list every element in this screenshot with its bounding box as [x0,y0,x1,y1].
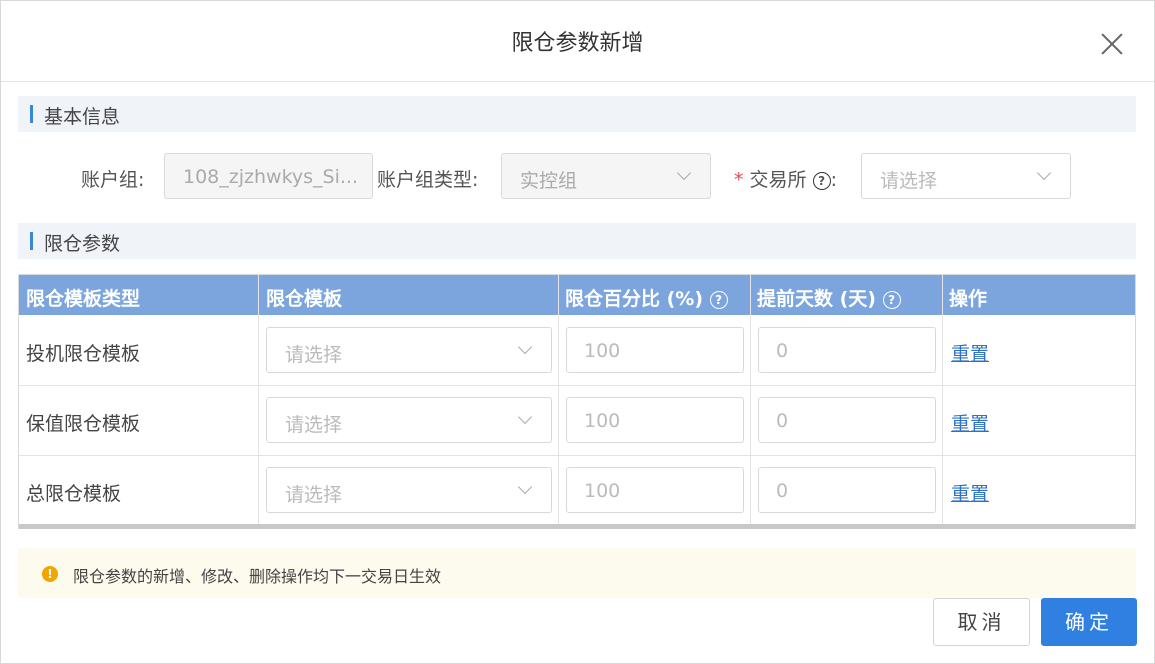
section-marker [30,232,33,250]
account-group-field: 108_zjzhwkys_Si... [164,153,373,199]
chevron-down-icon [676,165,692,181]
template-type-cell: 总限仓模板 [26,483,122,505]
template-placeholder: 请选择 [285,484,343,506]
days-value: 0 [776,480,789,502]
days-value: 0 [776,340,789,362]
account-group-value: 108_zjzhwkys_Si... [183,166,358,188]
limit-params-dialog: 限仓参数新增 基本信息 账户组: 108_zjzhwkys_Si... 账户组类… [0,0,1155,664]
cancel-button[interactable]: 取消 [933,598,1030,646]
percent-input[interactable]: 100 [566,467,744,513]
table-header: 限仓模板类型 限仓模板 限仓百分比 (%) ? 提前天数 (天) ? 操作 [19,275,1135,315]
notice-banner: ! 限仓参数的新增、修改、删除操作均下一交易日生效 [18,548,1136,598]
template-select[interactable]: 请选择 [266,397,552,443]
section-title: 基本信息 [44,106,121,128]
reset-link[interactable]: 重置 [951,339,989,366]
section-marker [30,105,33,123]
account-group-type-select: 实控组 [501,153,711,199]
column-header-days: 提前天数 (天) ? [757,284,901,311]
column-divider [258,275,259,525]
exchange-colon: : [830,169,838,191]
help-icon[interactable]: ? [882,291,901,309]
horizontal-scrollbar[interactable] [19,524,1135,529]
exchange-select[interactable]: 请选择 [861,153,1071,199]
account-group-label: 账户组: [81,169,145,191]
confirm-button[interactable]: 确定 [1041,598,1137,646]
percent-input[interactable]: 100 [566,327,744,373]
exchange-label-text: 交易所 [749,169,807,191]
account-group-type-value: 实控组 [520,170,578,192]
exchange-placeholder: 请选择 [880,170,938,192]
chevron-down-icon [517,339,533,355]
exchange-label: * 交易所 ?: [734,165,837,192]
row-divider [19,385,1135,386]
template-select[interactable]: 请选择 [266,467,552,513]
chevron-down-icon [517,409,533,425]
column-header-action: 操作 [949,288,988,310]
reset-link[interactable]: 重置 [951,409,989,436]
percent-value: 100 [584,480,621,502]
column-header-percent: 限仓百分比 (%) ? [565,284,728,311]
section-basic-info: 基本信息 [18,96,1136,132]
account-group-type-label: 账户组类型: [377,169,479,191]
help-icon[interactable]: ? [709,291,728,309]
template-placeholder: 请选择 [285,414,343,436]
column-header-template-type: 限仓模板类型 [26,288,141,310]
column-divider [750,275,751,525]
dialog-title: 限仓参数新增 [511,31,644,56]
required-mark: * [734,169,744,191]
dialog-header: 限仓参数新增 [1,1,1154,82]
column-divider [558,275,559,525]
days-input[interactable]: 0 [758,467,936,513]
days-value: 0 [776,410,789,432]
warning-icon: ! [42,566,58,582]
template-placeholder: 请选择 [285,344,343,366]
chevron-down-icon [517,479,533,495]
percent-value: 100 [584,340,621,362]
column-divider [942,275,943,525]
section-limit-params: 限仓参数 [18,223,1136,259]
template-type-cell: 投机限仓模板 [26,343,141,365]
percent-value: 100 [584,410,621,432]
template-select[interactable]: 请选择 [266,327,552,373]
help-icon[interactable]: ? [812,172,831,190]
days-input[interactable]: 0 [758,327,936,373]
row-divider [19,455,1135,456]
limit-params-table: 限仓模板类型 限仓模板 限仓百分比 (%) ? 提前天数 (天) ? 操作 投机… [18,274,1136,529]
template-type-cell: 保值限仓模板 [26,413,141,435]
section-title: 限仓参数 [44,233,121,255]
notice-text: 限仓参数的新增、修改、删除操作均下一交易日生效 [73,567,442,586]
reset-link[interactable]: 重置 [951,479,989,506]
close-icon[interactable] [1099,31,1125,57]
percent-input[interactable]: 100 [566,397,744,443]
days-input[interactable]: 0 [758,397,936,443]
chevron-down-icon [1036,165,1052,181]
column-header-template: 限仓模板 [266,288,343,310]
